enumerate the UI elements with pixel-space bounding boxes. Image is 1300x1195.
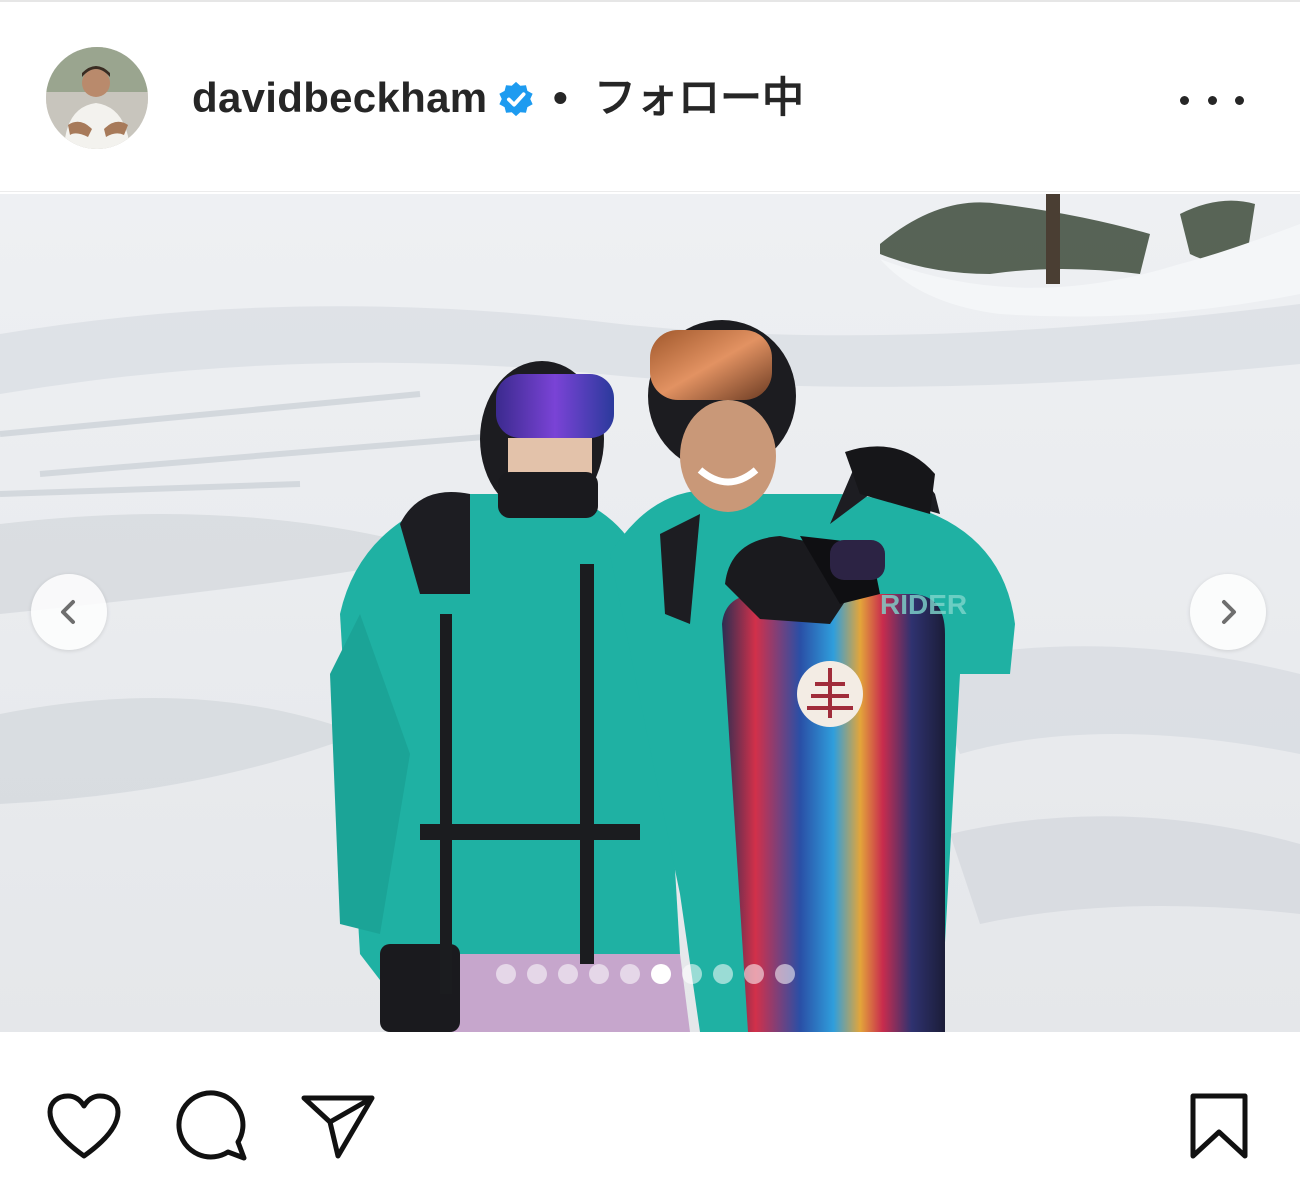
carousel-dot[interactable] (496, 964, 516, 984)
heart-icon[interactable] (46, 1092, 122, 1167)
carousel-dot[interactable] (775, 964, 795, 984)
more-dot (1235, 95, 1244, 105)
carousel-dot[interactable] (527, 964, 547, 984)
avatar[interactable] (46, 47, 148, 149)
chevron-left-icon (61, 600, 75, 624)
chevron-right-icon (1222, 600, 1236, 624)
carousel-dot[interactable] (589, 964, 609, 984)
carousel-pagination (496, 964, 806, 984)
more-options-icon[interactable] (1180, 82, 1244, 118)
carousel-prev-button[interactable] (31, 574, 107, 650)
snow-scene-image: RIDER (0, 194, 1300, 1032)
more-dot (1180, 95, 1189, 105)
follow-status-button[interactable]: フォロー中 (594, 72, 804, 124)
action-bar (0, 1034, 1300, 1195)
post-header: davidbeckham • フォロー中 (0, 0, 1300, 192)
separator-dot: • (553, 74, 568, 121)
verified-badge-icon (497, 80, 535, 118)
comment-icon[interactable] (174, 1090, 248, 1169)
username[interactable]: davidbeckham (192, 72, 487, 124)
carousel-dot[interactable] (713, 964, 733, 984)
carousel-next-button[interactable] (1190, 574, 1266, 650)
post-photo[interactable]: RIDER (0, 194, 1300, 1032)
carousel-dot[interactable] (620, 964, 640, 984)
send-icon[interactable] (300, 1092, 376, 1165)
more-dot (1207, 95, 1217, 105)
bookmark-icon[interactable] (1188, 1092, 1250, 1165)
carousel-dot[interactable] (558, 964, 578, 984)
carousel-dot[interactable] (744, 964, 764, 984)
carousel-dot[interactable] (682, 964, 702, 984)
svg-text:RIDER: RIDER (880, 589, 967, 620)
carousel-dot[interactable] (651, 964, 671, 984)
